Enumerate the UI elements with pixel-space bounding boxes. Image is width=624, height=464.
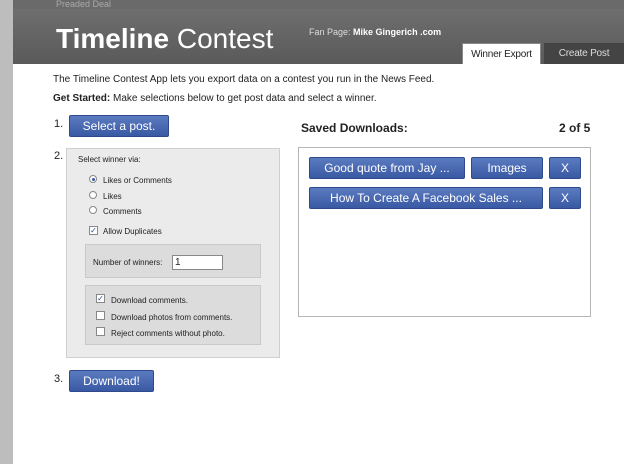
app-logo: Timeline Contest bbox=[56, 23, 273, 55]
step-3-number: 3. bbox=[54, 373, 64, 385]
intro-text: The Timeline Contest App lets you export… bbox=[53, 74, 435, 85]
num-winners-input[interactable]: 1 bbox=[172, 255, 223, 270]
fan-page-info: Fan Page: Mike Gingerich .com bbox=[309, 27, 441, 37]
saved-downloads-title: Saved Downloads: bbox=[301, 121, 408, 135]
num-winners-label: Number of winners: bbox=[93, 258, 163, 267]
tab-winner-export[interactable]: Winner Export bbox=[462, 43, 541, 64]
app-header: Timeline Contest Fan Page: Mike Gingeric… bbox=[13, 9, 624, 64]
app-frame: Preaded Deal Timeline Contest Fan Page: … bbox=[0, 0, 624, 464]
fan-page-label: Fan Page: bbox=[309, 27, 351, 37]
images-button[interactable]: Images bbox=[471, 157, 543, 179]
download-comments-label: Download comments. bbox=[111, 296, 188, 305]
radio-label: Likes bbox=[103, 192, 122, 201]
saved-download-item-1[interactable]: Good quote from Jay ... bbox=[309, 157, 465, 179]
step-1-number: 1. bbox=[54, 118, 64, 130]
reject-comments-checkbox[interactable] bbox=[96, 327, 105, 336]
radio-label: Comments bbox=[103, 207, 142, 216]
radio-comments[interactable] bbox=[89, 206, 97, 214]
saved-downloads-count: 2 of 5 bbox=[559, 121, 591, 135]
allow-duplicates-checkbox[interactable]: ✓ bbox=[89, 226, 98, 235]
download-photos-checkbox[interactable] bbox=[96, 311, 105, 320]
logo-light: Contest bbox=[176, 23, 274, 54]
logo-bold: Timeline bbox=[56, 23, 170, 54]
fan-page-name: Mike Gingerich .com bbox=[353, 27, 442, 37]
get-started-label: Get Started: bbox=[53, 93, 111, 104]
delete-download-button[interactable]: X bbox=[549, 157, 581, 179]
radio-likes[interactable] bbox=[89, 191, 97, 199]
left-edge bbox=[0, 0, 13, 464]
get-started-desc: Make selections below to get post data a… bbox=[113, 93, 377, 104]
radio-label: Likes or Comments bbox=[103, 176, 172, 185]
step-2-number: 2. bbox=[54, 150, 64, 162]
delete-download-button[interactable]: X bbox=[549, 187, 581, 209]
select-winner-label: Select winner via: bbox=[78, 155, 141, 164]
download-photos-label: Download photos from comments. bbox=[111, 313, 233, 322]
reject-comments-label: Reject comments without photo. bbox=[111, 329, 225, 338]
top-cut-text: Preaded Deal bbox=[56, 0, 112, 9]
download-button[interactable]: Download! bbox=[69, 370, 154, 392]
get-started-text: Get Started: Make selections below to ge… bbox=[53, 93, 377, 104]
radio-likes-or-comments[interactable] bbox=[89, 175, 97, 183]
saved-download-item-2[interactable]: How To Create A Facebook Sales ... bbox=[309, 187, 543, 209]
tab-create-post[interactable]: Create Post bbox=[544, 43, 624, 64]
download-comments-checkbox[interactable]: ✓ bbox=[96, 294, 105, 303]
allow-duplicates-label: Allow Duplicates bbox=[103, 227, 162, 236]
select-post-button[interactable]: Select a post. bbox=[69, 115, 169, 137]
